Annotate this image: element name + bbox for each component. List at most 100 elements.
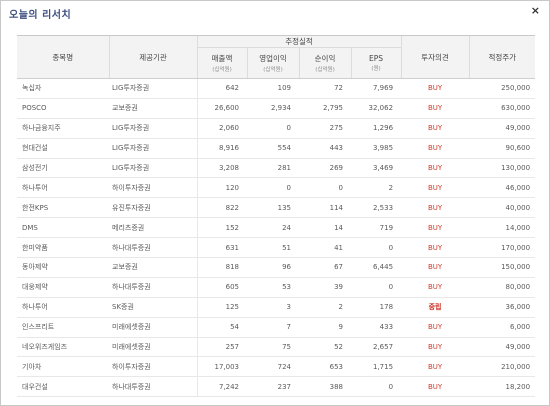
cell-name[interactable]: POSCO xyxy=(17,98,109,119)
cell-target-price: 150,000 xyxy=(469,257,536,278)
col-header-net-income-unit: (십억원) xyxy=(315,67,335,73)
table-row[interactable]: 인스프리트 미래에셋증권 54 7 9 433 BUY 6,000 xyxy=(17,317,536,338)
cell-target-price: 18,200 xyxy=(469,376,536,398)
table-row[interactable]: 동아제약 교보증권 818 96 67 6,445 BUY 150,000 xyxy=(17,257,536,278)
cell-sales: 642 xyxy=(196,78,247,99)
cell-eps: 1,715 xyxy=(351,356,402,378)
cell-op-income: 96 xyxy=(247,257,299,278)
cell-op-income: 554 xyxy=(247,138,299,159)
col-header-sales-label: 매출액 xyxy=(211,54,233,63)
cell-op-income: 7 xyxy=(247,317,299,338)
cell-opinion: BUY xyxy=(401,356,470,378)
cell-target-price: 49,000 xyxy=(469,337,536,358)
col-header-net-income-label: 순이익 xyxy=(314,54,336,63)
cell-opinion: BUY xyxy=(401,237,470,259)
cell-broker: 미래에셋증권 xyxy=(109,317,197,338)
cell-opinion: BUY xyxy=(401,257,470,278)
cell-name[interactable]: 하나투어 xyxy=(17,297,109,318)
cell-name[interactable]: 기아차 xyxy=(17,356,109,378)
cell-eps: 0 xyxy=(351,376,402,398)
cell-name[interactable]: 네오위즈게임즈 xyxy=(17,337,109,358)
cell-net-income: 114 xyxy=(299,197,351,219)
cell-opinion: BUY xyxy=(401,277,470,298)
table-row[interactable]: 네오위즈게임즈 미래에셋증권 257 75 52 2,657 BUY 49,00… xyxy=(17,337,536,358)
cell-name[interactable]: 하나금융지주 xyxy=(17,118,109,139)
table-row[interactable]: 대웅제약 하나대투증권 605 53 39 0 BUY 80,000 xyxy=(17,277,536,298)
cell-op-income: 51 xyxy=(247,237,299,259)
cell-op-income: 3 xyxy=(247,297,299,318)
table-row[interactable]: 대우건설 하나대투증권 7,242 237 388 0 BUY 18,200 xyxy=(17,376,536,398)
col-header-name: 종목명 xyxy=(17,36,109,79)
cell-target-price: 6,000 xyxy=(469,317,536,338)
cell-target-price: 36,000 xyxy=(469,297,536,318)
cell-name[interactable]: 삼성전기 xyxy=(17,158,109,179)
cell-eps: 2,533 xyxy=(351,197,402,219)
cell-net-income: 2,795 xyxy=(299,98,351,119)
cell-eps: 433 xyxy=(351,317,402,338)
col-header-target: 적정주가 xyxy=(468,36,536,79)
col-header-eps: EPS (원) xyxy=(350,47,402,79)
cell-name[interactable]: 동아제약 xyxy=(17,257,109,278)
cell-broker: 미래에셋증권 xyxy=(109,337,197,358)
cell-op-income: 724 xyxy=(247,356,299,378)
col-header-sales: 매출액 (십억원) xyxy=(196,47,247,79)
cell-target-price: 170,000 xyxy=(469,237,536,259)
table-row[interactable]: 녹십자 LIG투자증권 642 109 72 7,969 BUY 250,000 xyxy=(17,78,536,99)
research-table: 종목명 제공기관 추정실적 투자의견 적정주가 매출액 (십억원) 영업이익 (… xyxy=(17,36,536,398)
table-row[interactable]: DMS 메리츠증권 152 24 14 719 BUY 14,000 xyxy=(17,217,536,239)
cell-opinion: BUY xyxy=(401,78,470,99)
table-body: 녹십자 LIG투자증권 642 109 72 7,969 BUY 250,000… xyxy=(17,78,536,398)
cell-name[interactable]: 현대건설 xyxy=(17,138,109,159)
cell-sales: 631 xyxy=(196,237,247,259)
table-row[interactable]: 삼성전기 LIG투자증권 3,208 281 269 3,469 BUY 130… xyxy=(17,158,536,179)
cell-sales: 257 xyxy=(196,337,247,358)
col-header-eps-label: EPS xyxy=(369,54,384,63)
table-row[interactable]: 기아차 하이투자증권 17,003 724 653 1,715 BUY 210,… xyxy=(17,356,536,378)
cell-eps: 3,985 xyxy=(351,138,402,159)
panel-titlebar: 오늘의 리서치 × xyxy=(1,1,549,25)
close-icon[interactable]: × xyxy=(531,5,540,17)
cell-sales: 125 xyxy=(196,297,247,318)
cell-sales: 818 xyxy=(196,257,247,278)
cell-name[interactable]: 대웅제약 xyxy=(17,277,109,298)
cell-name[interactable]: 하나투어 xyxy=(17,177,109,199)
cell-eps: 719 xyxy=(351,217,402,239)
cell-opinion: BUY xyxy=(401,118,470,139)
table-row[interactable]: 현대건설 LIG투자증권 8,916 554 443 3,985 BUY 90,… xyxy=(17,138,536,159)
table-row[interactable]: 한미약품 하나대투증권 631 51 41 0 BUY 170,000 xyxy=(17,237,536,259)
cell-eps: 7,969 xyxy=(351,78,402,99)
cell-sales: 54 xyxy=(196,317,247,338)
cell-name[interactable]: 한전KPS xyxy=(17,197,109,219)
cell-broker: LIG투자증권 xyxy=(109,118,197,139)
cell-broker: 하나대투증권 xyxy=(109,277,197,298)
cell-name[interactable]: 녹십자 xyxy=(17,78,109,99)
cell-broker: SK증권 xyxy=(109,297,197,318)
cell-sales: 26,600 xyxy=(196,98,247,119)
cell-broker: 하이투자증권 xyxy=(109,177,197,199)
table-row[interactable]: 한전KPS 유진투자증권 822 135 114 2,533 BUY 40,00… xyxy=(17,197,536,219)
cell-opinion: BUY xyxy=(401,98,470,119)
cell-op-income: 24 xyxy=(247,217,299,239)
cell-net-income: 2 xyxy=(299,297,351,318)
cell-target-price: 90,600 xyxy=(469,138,536,159)
table-row[interactable]: 하나투어 하이투자증권 120 0 0 2 BUY 46,000 xyxy=(17,177,536,199)
col-header-sales-unit: (십억원) xyxy=(212,67,232,73)
cell-name[interactable]: DMS xyxy=(17,217,109,239)
cell-op-income: 2,934 xyxy=(247,98,299,119)
cell-opinion: BUY xyxy=(401,197,470,219)
cell-target-price: 46,000 xyxy=(469,177,536,199)
cell-op-income: 109 xyxy=(247,78,299,99)
cell-net-income: 275 xyxy=(299,118,351,139)
cell-name[interactable]: 한미약품 xyxy=(17,237,109,259)
cell-sales: 17,003 xyxy=(196,356,247,378)
cell-eps: 1,296 xyxy=(351,118,402,139)
table-row[interactable]: 하나금융지주 LIG투자증권 2,060 0 275 1,296 BUY 49,… xyxy=(17,118,536,139)
cell-target-price: 210,000 xyxy=(469,356,536,378)
cell-name[interactable]: 대우건설 xyxy=(17,376,109,398)
table-row[interactable]: POSCO 교보증권 26,600 2,934 2,795 32,062 BUY… xyxy=(17,98,536,119)
table-row[interactable]: 하나투어 SK증권 125 3 2 178 중립 36,000 xyxy=(17,297,536,318)
cell-net-income: 14 xyxy=(299,217,351,239)
cell-name[interactable]: 인스프리트 xyxy=(17,317,109,338)
cell-sales: 605 xyxy=(196,277,247,298)
col-header-net-income: 순이익 (십억원) xyxy=(298,47,351,79)
